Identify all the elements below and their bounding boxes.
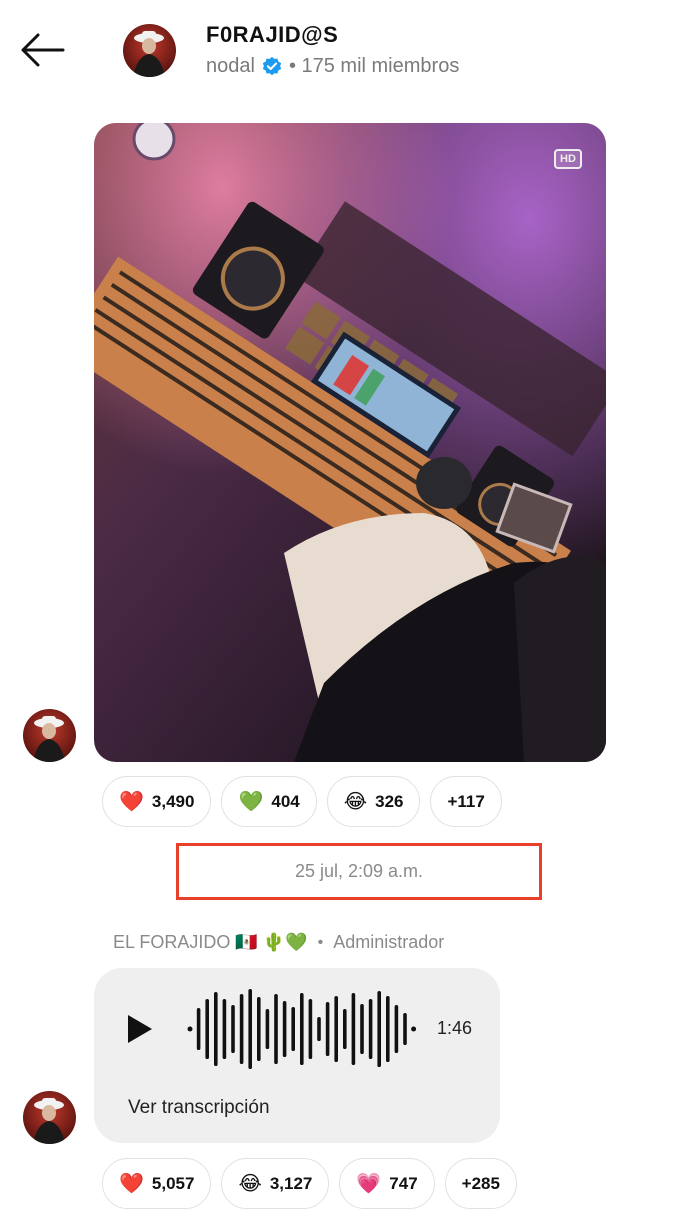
view-transcript-link[interactable]: Ver transcripción [128,1097,270,1119]
reaction-count: 747 [389,1173,418,1193]
sender-line: EL FORAJIDO 🇲🇽 🌵💚 • Administrador [113,932,444,953]
sender-avatar[interactable] [23,1091,76,1144]
waveform-bar [351,993,356,1065]
back-button[interactable] [16,30,68,70]
verified-badge-icon [262,56,282,75]
waveform-bar [231,1005,235,1053]
reaction-bar: ❤️ 5,057 😂 3,127 💗 747 +285 [102,1158,517,1209]
waveform-bar [368,999,373,1059]
channel-subtitle: nodal • 175 mil miembros [206,55,459,78]
waveform-bar [248,989,252,1069]
reaction-more[interactable]: +117 [430,776,502,827]
channel-header: F0RAJID@S nodal • 175 mil miembros [0,0,694,100]
reaction-more[interactable]: +285 [444,1158,517,1209]
red-heart-icon: ❤️ [119,790,144,813]
timestamp: 25 jul, 2:09 a.m. [294,861,424,881]
reaction-count: 5,057 [151,1173,195,1193]
waveform-bar [343,1009,347,1049]
waveform-bar [325,1002,330,1056]
waveform-bar [222,999,227,1059]
waveform-bar [394,1005,399,1053]
waveform-bar [205,999,209,1059]
waveform-bar [239,994,244,1064]
reaction-more-count: +285 [461,1173,500,1193]
hd-badge: HD [554,149,582,169]
reaction-heart[interactable]: ❤️ 3,490 [102,776,212,827]
pink-heart-icon: 💗 [356,1172,382,1195]
date-separator-highlight: 25 jul, 2:09 a.m. [176,843,542,900]
reaction-heart[interactable]: ❤️ 5,057 [102,1158,212,1209]
waveform-bar [265,1009,270,1049]
audio-waveform[interactable] [186,986,422,1072]
reaction-count: 3,490 [151,791,195,811]
waveform-bar [403,1013,407,1045]
studio-photo[interactable]: HD [94,123,606,762]
reaction-bar: ❤️ 3,490 💚 404 😂 326 +117 [102,776,502,827]
waveform-bar [196,1008,201,1050]
waveform-bar [282,1001,287,1057]
reaction-count: 3,127 [269,1173,313,1193]
channel-title: F0RAJID@S [206,22,339,47]
voice-message: 1:46 Ver transcripción [94,968,500,1143]
channel-avatar[interactable] [123,24,176,77]
reaction-laugh[interactable]: 😂 3,127 [221,1158,330,1209]
audio-duration: 1:46 [437,1018,473,1038]
waveform-bar [386,996,390,1062]
separator-dot: • [317,933,324,951]
waveform-bar [214,992,218,1066]
waveform-bar [334,996,338,1062]
channel-owner: nodal [206,55,255,77]
waveform-bar [377,991,381,1067]
waveform-dot [187,1026,193,1032]
waveform-bar [300,993,304,1065]
red-heart-icon: ❤️ [119,1172,144,1195]
member-count: • 175 mil miembros [288,55,460,77]
waveform-bar [291,1007,295,1051]
reaction-more-count: +117 [447,791,485,811]
sender-name: EL FORAJIDO 🇲🇽 🌵💚 [113,932,308,952]
laughing-face-icon: 😂 [238,1172,262,1195]
arrow-left-icon [21,33,65,67]
waveform-bar [274,994,278,1064]
sender-role: Administrador [333,932,445,952]
reaction-pink-heart[interactable]: 💗 747 [339,1158,435,1209]
reaction-count: 326 [375,791,404,811]
waveform-dot [411,1026,417,1032]
reaction-laugh[interactable]: 😂 326 [326,776,421,827]
waveform-bar [317,1017,321,1041]
waveform-bar [257,997,261,1061]
waveform-bar [308,999,313,1059]
waveform-bar [360,1004,364,1054]
sender-avatar[interactable] [23,709,76,762]
green-heart-icon: 💚 [238,790,264,813]
laughing-face-icon: 😂 [343,790,368,813]
reaction-green-heart[interactable]: 💚 404 [221,776,317,827]
reaction-count: 404 [271,791,300,811]
play-icon[interactable] [122,1012,156,1046]
